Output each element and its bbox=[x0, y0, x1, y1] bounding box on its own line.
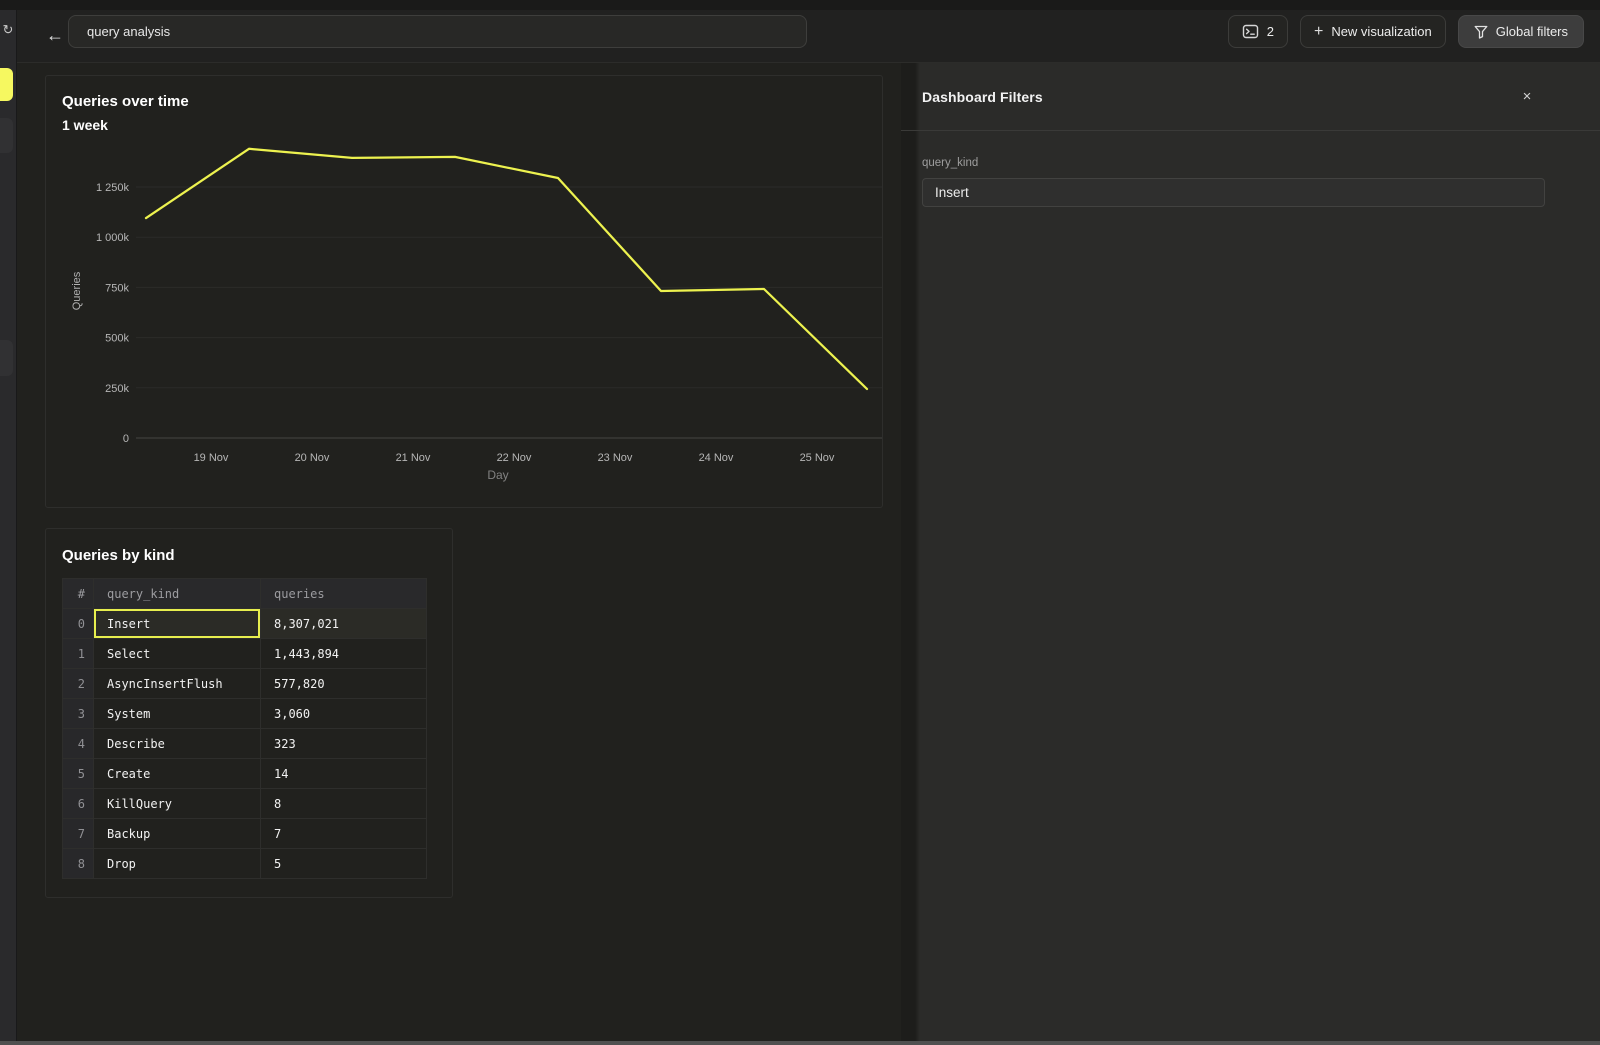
topbar-actions: 2 + New visualization Global filters bbox=[1228, 15, 1584, 48]
x-axis-title: Day bbox=[487, 468, 508, 482]
query-kind-cell[interactable]: Create bbox=[94, 759, 261, 789]
query-kind-filter-input[interactable] bbox=[922, 178, 1545, 207]
column-header-queries[interactable]: queries bbox=[261, 579, 427, 609]
x-tick-label: 20 Nov bbox=[295, 452, 330, 464]
queries-count-cell[interactable]: 5 bbox=[261, 849, 427, 879]
table-row: 7Backup7 bbox=[63, 819, 427, 849]
dashboard-filters-panel: Dashboard Filters × query_kind bbox=[901, 63, 1600, 1041]
global-filters-label: Global filters bbox=[1496, 24, 1568, 39]
queries-by-kind-table: # query_kind queries 0Insert8,307,0211Se… bbox=[62, 578, 427, 879]
panel-title: Dashboard Filters bbox=[922, 89, 1043, 105]
query-kind-cell[interactable]: Backup bbox=[94, 819, 261, 849]
table-row: 3System3,060 bbox=[63, 699, 427, 729]
x-tick-label: 21 Nov bbox=[396, 452, 431, 464]
table-row: 0Insert8,307,021 bbox=[63, 609, 427, 639]
y-tick-label: 250k bbox=[105, 383, 129, 395]
row-index-cell: 3 bbox=[63, 699, 94, 729]
row-index-cell: 1 bbox=[63, 639, 94, 669]
dashboard-canvas: Queries over time 1 week 0250k500k750k1 … bbox=[17, 63, 901, 1041]
row-index-cell: 4 bbox=[63, 729, 94, 759]
y-tick-label: 1 000k bbox=[96, 232, 130, 244]
x-tick-label: 24 Nov bbox=[699, 452, 734, 464]
window-top-edge bbox=[0, 0, 1600, 10]
row-index-cell: 8 bbox=[63, 849, 94, 879]
query-kind-cell[interactable]: Insert bbox=[94, 609, 261, 639]
queries-by-kind-card: Queries by kind # query_kind queries 0In… bbox=[45, 528, 453, 898]
table-title: Queries by kind bbox=[62, 547, 175, 564]
table-row: 5Create14 bbox=[63, 759, 427, 789]
table-row: 4Describe323 bbox=[63, 729, 427, 759]
y-axis-title: Queries bbox=[71, 271, 83, 310]
top-bar: ← 2 + New visualization Global filters bbox=[17, 10, 1600, 63]
queries-count-cell[interactable]: 14 bbox=[261, 759, 427, 789]
row-index-cell: 0 bbox=[63, 609, 94, 639]
console-tabs-count: 2 bbox=[1267, 24, 1274, 39]
filter-field: query_kind bbox=[922, 157, 1545, 207]
row-index-cell: 6 bbox=[63, 789, 94, 819]
queries-count-cell[interactable]: 577,820 bbox=[261, 669, 427, 699]
funnel-icon bbox=[1474, 25, 1488, 39]
query-kind-cell[interactable]: Drop bbox=[94, 849, 261, 879]
column-header-query-kind[interactable]: query_kind bbox=[94, 579, 261, 609]
new-visualization-label: New visualization bbox=[1331, 24, 1431, 39]
table-row: 8Drop5 bbox=[63, 849, 427, 879]
queries-count-cell[interactable]: 3,060 bbox=[261, 699, 427, 729]
queries-series-line bbox=[146, 149, 867, 389]
table-row: 1Select1,443,894 bbox=[63, 639, 427, 669]
queries-count-cell[interactable]: 8 bbox=[261, 789, 427, 819]
row-index-cell: 7 bbox=[63, 819, 94, 849]
panel-header: Dashboard Filters × bbox=[901, 63, 1600, 131]
left-rail: ↻ bbox=[0, 10, 17, 1041]
query-kind-cell[interactable]: Describe bbox=[94, 729, 261, 759]
query-kind-cell[interactable]: AsyncInsertFlush bbox=[94, 669, 261, 699]
queries-count-cell[interactable]: 323 bbox=[261, 729, 427, 759]
filter-field-label: query_kind bbox=[922, 157, 1545, 169]
y-tick-label: 0 bbox=[123, 433, 129, 445]
queries-count-cell[interactable]: 7 bbox=[261, 819, 427, 849]
x-tick-label: 22 Nov bbox=[497, 452, 532, 464]
table-row: 2AsyncInsertFlush577,820 bbox=[63, 669, 427, 699]
queries-line-chart[interactable]: 0 250k 500k 750k 1 000k 1 250k 19 Nov 20 Nov 21 … bbox=[46, 76, 882, 507]
window-bottom-edge bbox=[0, 1041, 1600, 1045]
dashboard-title-input[interactable] bbox=[68, 15, 807, 48]
queries-count-cell[interactable]: 8,307,021 bbox=[261, 609, 427, 639]
rail-item-2[interactable] bbox=[0, 118, 13, 153]
query-kind-cell[interactable]: System bbox=[94, 699, 261, 729]
table-header-row: # query_kind queries bbox=[63, 579, 427, 609]
row-index-cell: 5 bbox=[63, 759, 94, 789]
console-tabs-button[interactable]: 2 bbox=[1228, 15, 1288, 48]
terminal-icon bbox=[1242, 24, 1259, 39]
table-row: 6KillQuery8 bbox=[63, 789, 427, 819]
global-filters-button[interactable]: Global filters bbox=[1458, 15, 1584, 48]
x-tick-label: 19 Nov bbox=[194, 452, 229, 464]
y-tick-label: 500k bbox=[105, 333, 129, 345]
column-header-index[interactable]: # bbox=[63, 579, 94, 609]
rail-item-3[interactable] bbox=[0, 340, 13, 376]
y-tick-label: 750k bbox=[105, 282, 129, 294]
y-tick-label: 1 250k bbox=[96, 182, 130, 194]
x-tick-label: 23 Nov bbox=[598, 452, 633, 464]
new-visualization-button[interactable]: + New visualization bbox=[1300, 15, 1446, 48]
x-tick-label: 25 Nov bbox=[800, 452, 835, 464]
rail-item-active[interactable] bbox=[0, 68, 13, 101]
refresh-icon[interactable]: ↻ bbox=[0, 22, 16, 38]
plus-icon: + bbox=[1314, 24, 1323, 40]
query-kind-cell[interactable]: Select bbox=[94, 639, 261, 669]
back-button[interactable]: ← bbox=[40, 20, 70, 50]
close-icon[interactable]: × bbox=[1516, 86, 1538, 108]
row-index-cell: 2 bbox=[63, 669, 94, 699]
queries-count-cell[interactable]: 1,443,894 bbox=[261, 639, 427, 669]
app-window: ↻ ← 2 + New visualization bbox=[0, 0, 1600, 1045]
query-kind-cell[interactable]: KillQuery bbox=[94, 789, 261, 819]
queries-over-time-card: Queries over time 1 week 0250k500k750k1 … bbox=[45, 75, 883, 508]
